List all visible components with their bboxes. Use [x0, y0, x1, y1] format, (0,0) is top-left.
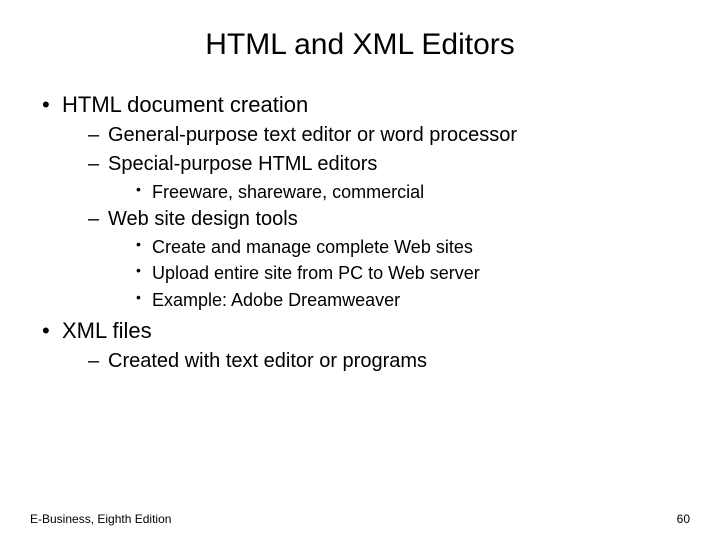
- list-item: HTML document creation General-purpose t…: [40, 90, 690, 312]
- slide-title: HTML and XML Editors: [30, 28, 690, 62]
- bullet-text: Web site design tools: [108, 208, 298, 230]
- list-item: Created with text editor or programs: [88, 348, 690, 375]
- bullet-text: XML files: [62, 318, 152, 343]
- bullet-text: Upload entire site from PC to Web server: [152, 263, 480, 283]
- list-item: General-purpose text editor or word proc…: [88, 122, 690, 149]
- list-item: XML files Created with text editor or pr…: [40, 316, 690, 375]
- bullet-subsublist: Freeware, shareware, commercial: [108, 180, 690, 204]
- bullet-text: Example: Adobe Dreamweaver: [152, 290, 400, 310]
- slide: HTML and XML Editors HTML document creat…: [0, 0, 720, 540]
- footer-source: E-Business, Eighth Edition: [30, 512, 171, 526]
- bullet-text: Create and manage complete Web sites: [152, 237, 473, 257]
- bullet-sublist: General-purpose text editor or word proc…: [62, 122, 690, 312]
- list-item: Freeware, shareware, commercial: [134, 180, 690, 204]
- footer-page-number: 60: [677, 512, 690, 526]
- bullet-list: HTML document creation General-purpose t…: [30, 90, 690, 375]
- list-item: Web site design tools Create and manage …: [88, 206, 690, 312]
- bullet-sublist: Created with text editor or programs: [62, 348, 690, 375]
- bullet-text: Special-purpose HTML editors: [108, 153, 377, 175]
- list-item: Upload entire site from PC to Web server: [134, 261, 690, 285]
- list-item: Special-purpose HTML editors Freeware, s…: [88, 151, 690, 204]
- bullet-text: HTML document creation: [62, 92, 308, 117]
- list-item: Create and manage complete Web sites: [134, 235, 690, 259]
- bullet-text: General-purpose text editor or word proc…: [108, 124, 517, 146]
- bullet-text: Created with text editor or programs: [108, 350, 427, 372]
- bullet-subsublist: Create and manage complete Web sites Upl…: [108, 235, 690, 312]
- list-item: Example: Adobe Dreamweaver: [134, 288, 690, 312]
- bullet-text: Freeware, shareware, commercial: [152, 182, 424, 202]
